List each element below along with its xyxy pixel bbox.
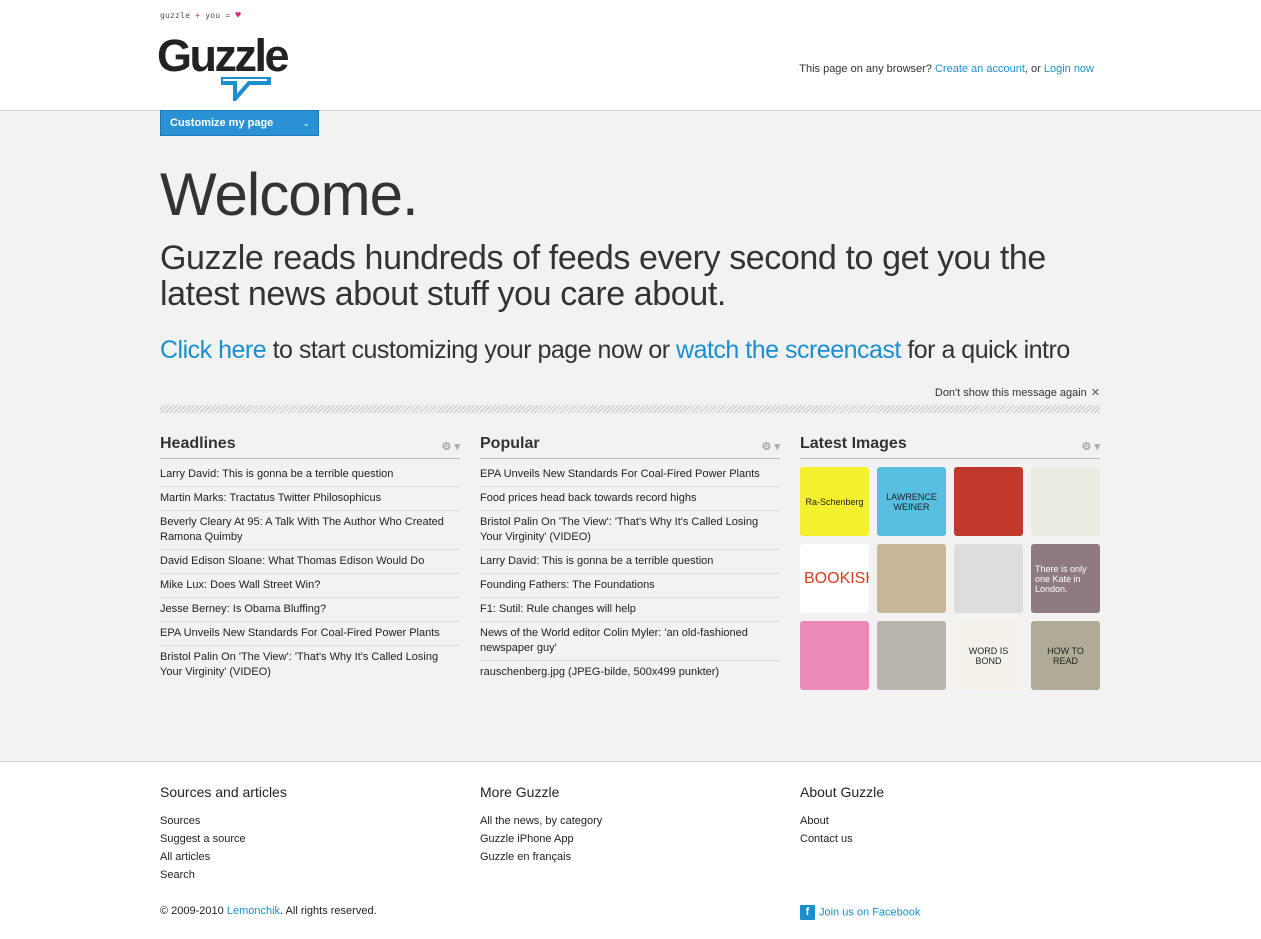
footer-link[interactable]: Guzzle iPhone App	[480, 830, 602, 848]
footer-link[interactable]: All the news, by category	[480, 812, 602, 830]
thumbnail-caption: BOOKISH	[804, 569, 869, 587]
headline-item[interactable]: David Edison Sloane: What Thomas Edison …	[160, 550, 460, 574]
popular-item[interactable]: EPA Unveils New Standards For Coal-Fired…	[480, 463, 780, 487]
headline-item[interactable]: Larry David: This is gonna be a terrible…	[160, 463, 460, 487]
headline-item[interactable]: EPA Unveils New Standards For Coal-Fired…	[160, 622, 460, 646]
popular-list: EPA Unveils New Standards For Coal-Fired…	[480, 463, 780, 684]
company-link[interactable]: Lemonchik	[227, 905, 280, 917]
latest-images-column: Latest Images ⚙ ▾ Ra-Schenberg LAWRENCE W…	[800, 435, 1100, 690]
gear-icon[interactable]: ⚙ ▾	[762, 440, 780, 453]
popular-item[interactable]: Larry David: This is gonna be a terrible…	[480, 550, 780, 574]
column-header: Headlines ⚙ ▾	[160, 435, 460, 459]
cta-line: Click here to start customizing your pag…	[160, 336, 1070, 364]
header: guzzle + you = ♥ Guzzle This page on any…	[0, 0, 1261, 111]
divider	[160, 405, 1100, 413]
footer-link[interactable]: Contact us	[800, 830, 884, 848]
footer-link[interactable]: Suggest a source	[160, 830, 287, 848]
footer-link[interactable]: Search	[160, 866, 287, 884]
speech-bubble-icon	[221, 77, 271, 101]
image-thumbnail[interactable]: LAWRENCE WEINER	[877, 467, 946, 536]
popular-item[interactable]: News of the World editor Colin Myler: 'a…	[480, 622, 780, 661]
image-thumbnail[interactable]	[954, 544, 1023, 613]
column-header: Latest Images ⚙ ▾	[800, 435, 1100, 459]
gear-icon[interactable]: ⚙ ▾	[1082, 440, 1100, 453]
facebook-icon: f	[800, 905, 815, 920]
popular-item[interactable]: Founding Fathers: The Foundations	[480, 574, 780, 598]
intro-text: Guzzle reads hundreds of feeds every sec…	[160, 239, 1046, 313]
gear-icon[interactable]: ⚙ ▾	[442, 440, 460, 453]
click-here-link[interactable]: Click here	[160, 336, 267, 364]
headline-item[interactable]: Jesse Berney: Is Obama Bluffing?	[160, 598, 460, 622]
image-thumbnail[interactable]: Ra-Schenberg	[800, 467, 869, 536]
thumbnail-caption: WORD IS BOND	[968, 645, 1009, 666]
close-icon[interactable]: ✕	[1091, 387, 1100, 399]
welcome-title: Welcome.	[160, 161, 419, 228]
logo[interactable]: Guzzle	[157, 30, 290, 82]
footer-link[interactable]: About	[800, 812, 884, 830]
popular-item[interactable]: Food prices head back towards record hig…	[480, 487, 780, 511]
heart-icon: ♥	[235, 11, 241, 21]
thumbnail-caption: There is only one Kate in London.	[1035, 563, 1087, 594]
dont-show-message-button[interactable]: Don't show this message again ✕	[935, 386, 1100, 399]
thumbnail-caption: Ra-Schenberg	[805, 496, 864, 507]
footer-heading: Sources and articles	[160, 784, 287, 800]
image-grid: Ra-Schenberg LAWRENCE WEINER BOOKISH There …	[800, 467, 1100, 690]
footer-link[interactable]: Guzzle en français	[480, 848, 602, 866]
customize-button[interactable]: Customize my page ⌄	[160, 110, 319, 136]
facebook-link-text[interactable]: Join us on Facebook	[819, 906, 921, 918]
image-thumbnail[interactable]: HOW TO READ	[1031, 621, 1100, 690]
image-thumbnail[interactable]	[877, 544, 946, 613]
image-thumbnail[interactable]: BOOKISH	[800, 544, 869, 613]
footer-heading: About Guzzle	[800, 784, 885, 800]
screencast-link[interactable]: watch the screencast	[676, 336, 901, 364]
chevron-down-icon: ⌄	[302, 118, 310, 128]
headline-item[interactable]: Bristol Palin On 'The View': 'That's Why…	[160, 646, 460, 684]
image-thumbnail[interactable]	[877, 621, 946, 690]
headline-item[interactable]: Martin Marks: Tractatus Twitter Philosop…	[160, 487, 460, 511]
image-thumbnail[interactable]	[1031, 467, 1100, 536]
login-link[interactable]: Login now	[1044, 63, 1094, 75]
image-thumbnail[interactable]: WORD IS BOND	[954, 621, 1023, 690]
account-links: This page on any browser? Create an acco…	[799, 63, 1094, 75]
popular-column: Popular ⚙ ▾ EPA Unveils New Standards Fo…	[480, 435, 780, 684]
copyright: © 2009-2010 Lemonchik. All rights reserv…	[160, 905, 377, 917]
tagline: guzzle + you = ♥	[160, 11, 241, 21]
footer-more-column: More Guzzle All the news, by category Guz…	[480, 784, 602, 866]
image-thumbnail[interactable]	[954, 467, 1023, 536]
footer-about-column: About Guzzle About Contact us	[800, 784, 884, 848]
image-thumbnail[interactable]: There is only one Kate in London.	[1031, 544, 1100, 613]
popular-item[interactable]: Bristol Palin On 'The View': 'That's Why…	[480, 511, 780, 550]
popular-item[interactable]: rauschenberg.jpg (JPEG-bilde, 500x499 pu…	[480, 661, 780, 684]
footer-heading: More Guzzle	[480, 784, 560, 800]
headlines-column: Headlines ⚙ ▾ Larry David: This is gonna…	[160, 435, 460, 684]
thumbnail-caption: LAWRENCE WEINER	[886, 491, 937, 512]
thumbnail-caption: HOW TO READ	[1047, 645, 1084, 666]
column-header: Popular ⚙ ▾	[480, 435, 780, 459]
create-account-link[interactable]: Create an account	[935, 63, 1025, 75]
footer-sources-column: Sources and articles Sources Suggest a so…	[160, 784, 287, 884]
footer: Sources and articles Sources Suggest a so…	[0, 761, 1261, 939]
headline-item[interactable]: Beverly Cleary At 95: A Talk With The Au…	[160, 511, 460, 550]
headline-item[interactable]: Mike Lux: Does Wall Street Win?	[160, 574, 460, 598]
footer-link[interactable]: All articles	[160, 848, 287, 866]
footer-link[interactable]: Sources	[160, 812, 287, 830]
headlines-list: Larry David: This is gonna be a terrible…	[160, 463, 460, 684]
image-thumbnail[interactable]	[800, 621, 869, 690]
popular-item[interactable]: F1: Sutil: Rule changes will help	[480, 598, 780, 622]
facebook-link[interactable]: f Join us on Facebook	[800, 905, 921, 920]
